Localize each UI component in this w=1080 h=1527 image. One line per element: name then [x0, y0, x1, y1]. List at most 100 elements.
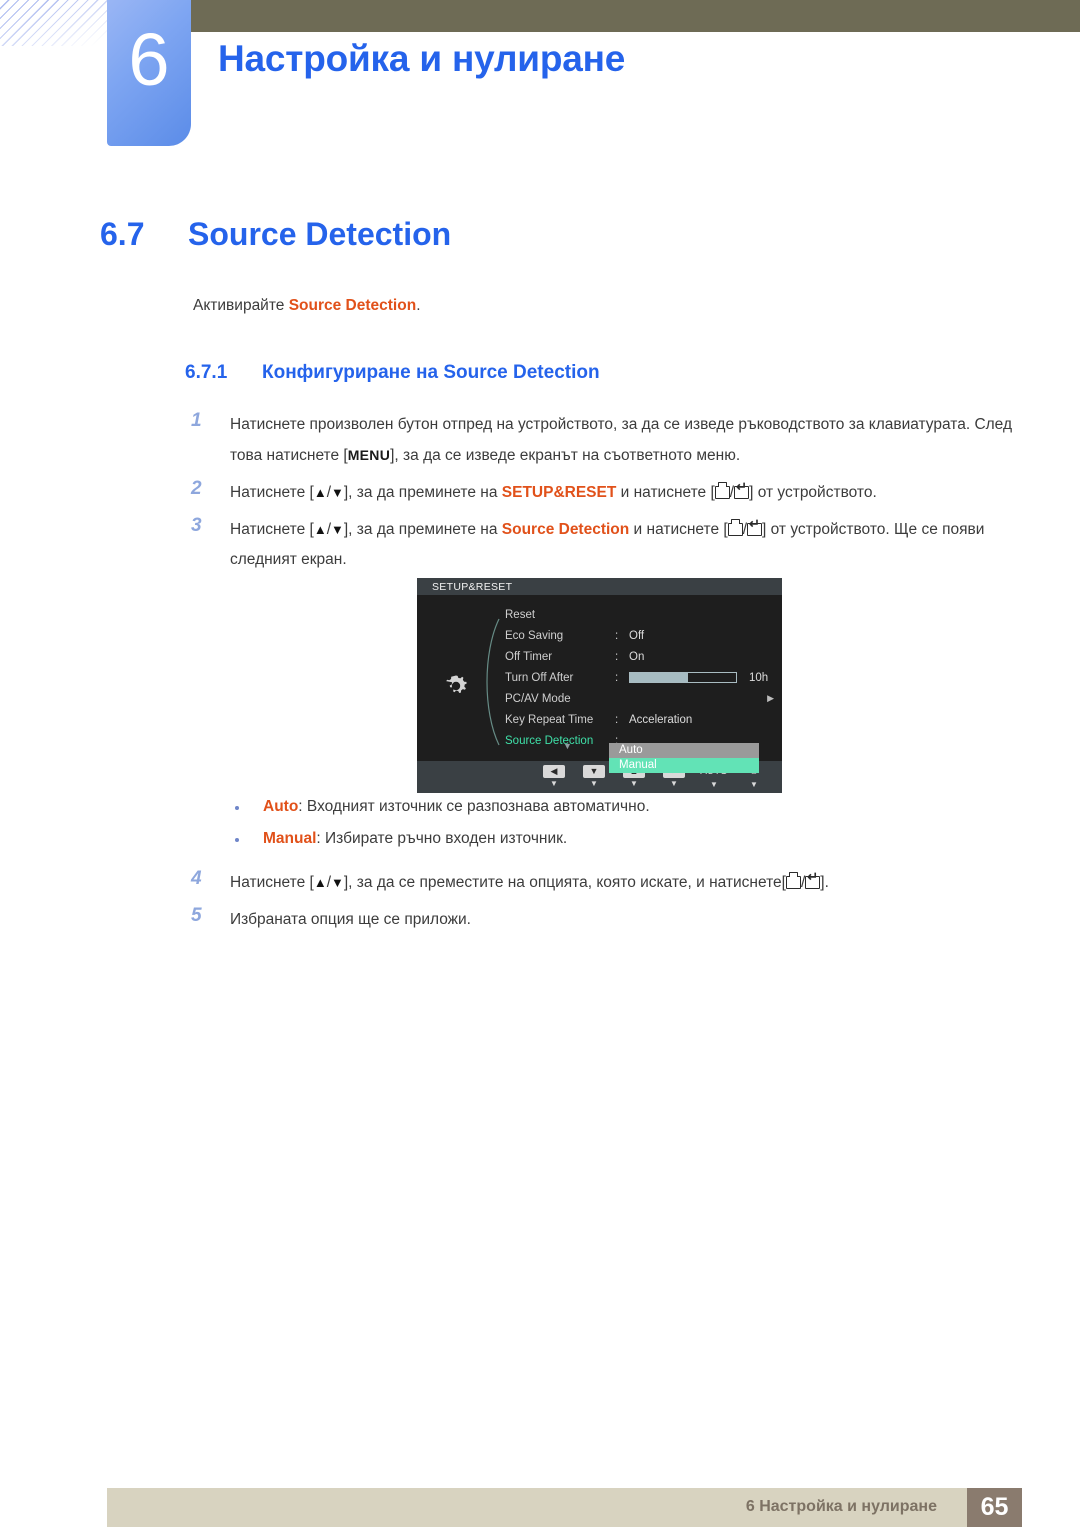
osd-button-caret-icon: ▼	[750, 780, 758, 789]
osd-button-caret-icon: ▼	[710, 780, 718, 789]
subsection-title: 6.7.1 Конфигуриране на Source Detection	[185, 362, 600, 384]
step-number: 4	[191, 868, 202, 889]
down-button-icon: ▼	[583, 765, 605, 778]
osd-slider[interactable]	[629, 672, 737, 683]
option-bullet: Manual: Избирате ръчно входен източник.	[223, 830, 1003, 848]
step-text: Натиснете [▲/▼], за да се преместите на …	[230, 870, 829, 891]
osd-row-value: Acceleration	[629, 713, 693, 726]
osd-row-label: Reset	[505, 608, 536, 621]
emphasis-term: Source Detection	[501, 521, 630, 538]
osd-menu-screenshot: SETUP&RESET Reset Eco Saving: Off Off Timer…	[417, 578, 782, 793]
step-text: Натиснете [▲/▼], за да преминете на SETU…	[230, 480, 877, 501]
osd-menu-row[interactable]: Eco Saving: Off	[505, 625, 780, 646]
osd-menu-row[interactable]: Key Repeat Time: Acceleration	[505, 709, 780, 730]
procedure-steps-part2: 4 Натиснете [▲/▼], за да се преместите на…	[185, 868, 1015, 942]
enter-key-icon	[747, 517, 763, 536]
option-name: Manual	[263, 830, 317, 847]
osd-button-caret-icon: ▼	[670, 779, 678, 788]
osd-row-label: Key Repeat Time	[505, 713, 594, 726]
up-arrow-icon: ▲	[313, 875, 327, 890]
osd-row-label: Source Detection	[505, 734, 594, 747]
osd-row-colon: :	[615, 713, 619, 726]
subsection-number: 6.7.1	[185, 362, 228, 383]
osd-menu-rows: Reset Eco Saving: Off Off Timer: On Turn Off …	[505, 604, 780, 751]
source-key-icon	[785, 872, 801, 889]
osd-body: Reset Eco Saving: Off Off Timer: On Turn Off …	[417, 595, 782, 773]
down-arrow-icon: ▼	[331, 485, 344, 500]
enter-key-icon	[734, 480, 750, 499]
osd-row-label: Off Timer	[505, 650, 553, 663]
osd-row-colon: :	[615, 671, 619, 684]
step-text: Избраната опция ще се приложи.	[230, 911, 471, 928]
osd-row-colon: :	[615, 650, 619, 663]
chapter-number-badge: 6	[107, 0, 191, 146]
step-text: Натиснете произволен бутон отпред на уст…	[230, 416, 1013, 464]
osd-button-caret-icon: ▼	[630, 779, 638, 788]
procedure-step: 5 Избраната опция ще се приложи.	[185, 905, 1015, 935]
source-key-icon	[714, 482, 730, 499]
header-stripe-decoration	[0, 0, 112, 46]
osd-scroll-down-icon: ▼	[563, 741, 572, 751]
procedure-step: 1 Натиснете произволен бутон отпред на ус…	[185, 410, 1015, 471]
option-bullet-list: Auto: Входният източник се разпознава ав…	[223, 798, 1003, 862]
emphasis-term: SETUP&RESET	[501, 484, 617, 501]
osd-menu-row[interactable]: PC/AV Mode ▶	[505, 688, 780, 709]
section-title: 6.7 Source Detection	[100, 216, 451, 253]
osd-button-caret-icon: ▼	[550, 779, 558, 788]
footer-page-number: 65	[967, 1488, 1022, 1527]
up-arrow-icon: ▲	[313, 522, 327, 537]
option-description: : Входният източник се разпознава автома…	[298, 798, 650, 815]
dropdown-option-auto[interactable]: Auto	[609, 743, 759, 758]
option-description: : Избирате ръчно входен източник.	[316, 830, 568, 847]
osd-dropdown[interactable]: Auto Manual	[609, 743, 759, 773]
section-number: 6.7	[100, 216, 145, 252]
dropdown-option-manual[interactable]: Manual	[609, 758, 759, 773]
osd-divider-curve	[486, 618, 500, 746]
osd-row-label: Turn Off After	[505, 671, 574, 684]
chapter-title: Настройка и нулиране	[218, 38, 626, 79]
subsection-title-text: Конфигуриране на Source Detection	[262, 362, 600, 383]
chevron-right-icon: ▶	[767, 693, 774, 703]
step-number: 5	[191, 905, 202, 926]
procedure-steps-part1: 1 Натиснете произволен бутон отпред на ус…	[185, 410, 1015, 582]
osd-menu-row[interactable]: Reset	[505, 604, 780, 625]
page-footer: 6 Настройка и нулиране 65	[107, 1488, 1022, 1527]
step-number: 3	[191, 515, 202, 536]
osd-row-label: Eco Saving	[505, 629, 564, 642]
step-text: Натиснете [▲/▼], за да преминете на Sour…	[230, 517, 984, 568]
procedure-step: 4 Натиснете [▲/▼], за да се преместите на…	[185, 868, 1015, 898]
section-title-text: Source Detection	[188, 216, 452, 252]
osd-menu-row[interactable]: Turn Off After: 10h	[505, 667, 780, 688]
procedure-step: 2 Натиснете [▲/▼], за да преминете на SET…	[185, 478, 1015, 508]
lead-highlight: Source Detection	[288, 297, 417, 314]
option-bullet: Auto: Входният източник се разпознава ав…	[223, 798, 1003, 816]
step-number: 2	[191, 478, 202, 499]
osd-button-caret-icon: ▼	[590, 779, 598, 788]
osd-slider-value: 10h	[749, 671, 769, 684]
down-arrow-icon: ▼	[331, 522, 344, 537]
procedure-step: 3 Натиснете [▲/▼], за да преминете на Sou…	[185, 515, 1015, 575]
osd-title: SETUP&RESET	[417, 578, 782, 595]
footer-chapter-label: 6 Настройка и нулиране	[745, 1498, 937, 1515]
osd-menu-row[interactable]: Off Timer: On	[505, 646, 780, 667]
document-page: 6 Настройка и нулиране 6.7 Source Detect…	[0, 0, 1080, 1527]
enter-key-icon	[805, 870, 821, 889]
left-button-icon: ◀	[543, 765, 565, 778]
step-number: 1	[191, 410, 202, 431]
osd-left-button[interactable]: ◀ ▼	[534, 765, 574, 789]
osd-down-button[interactable]: ▼ ▼	[574, 765, 614, 789]
option-name: Auto	[263, 798, 299, 815]
menu-key-label: MENU	[347, 447, 391, 463]
gear-icon	[446, 675, 467, 693]
osd-row-label: PC/AV Mode	[505, 692, 571, 705]
lead-suffix: .	[416, 297, 421, 314]
section-lead-paragraph: Активирайте Source Detection.	[193, 297, 421, 315]
osd-row-colon: :	[615, 629, 619, 642]
osd-row-value: On	[629, 650, 645, 663]
up-arrow-icon: ▲	[313, 485, 327, 500]
source-key-icon	[727, 519, 743, 536]
osd-slider-fill	[630, 673, 689, 682]
down-arrow-icon: ▼	[331, 875, 344, 890]
osd-row-value: Off	[629, 629, 645, 642]
lead-prefix: Активирайте	[193, 297, 289, 314]
